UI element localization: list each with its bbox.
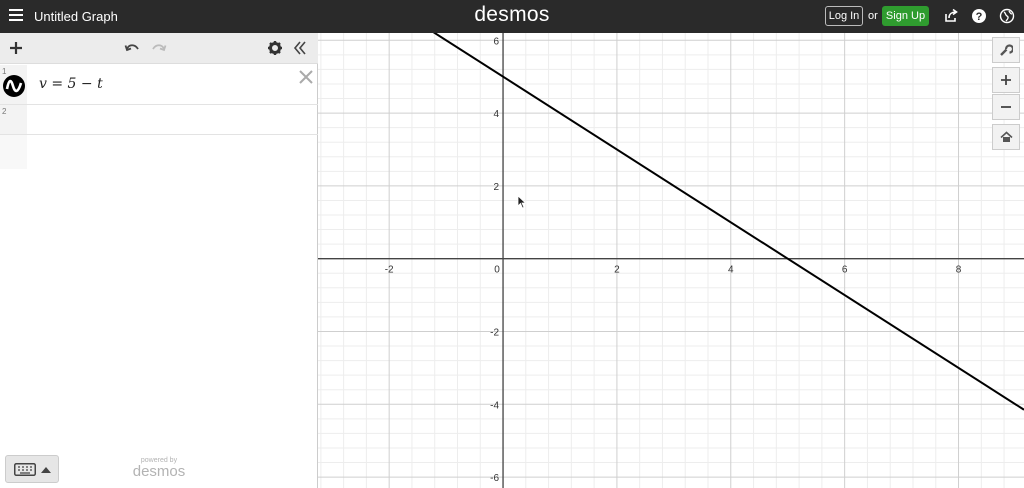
minus-icon [1001, 106, 1011, 108]
zoom-out-button[interactable] [992, 94, 1020, 120]
line-v-equals-5-minus-t[interactable] [318, 33, 1024, 411]
expression-gutter: 2 [0, 105, 27, 134]
axes [318, 33, 1024, 488]
graph-settings-button[interactable] [992, 37, 1020, 63]
graph-canvas[interactable]: -2 0 2 4 6 8 6 4 2 -2 -4 -6 [318, 33, 1024, 488]
expression-index: 2 [2, 107, 7, 116]
expression-toolbar [0, 33, 318, 64]
x-tick-label: 0 [494, 265, 500, 276]
expression-gutter: 1 [0, 65, 27, 104]
x-axis-tick-labels: -2 0 2 4 6 8 [385, 265, 962, 276]
share-icon[interactable] [943, 8, 959, 24]
top-bar: Untitled Graph desmos Log In or Sign Up … [0, 0, 1024, 33]
plus-icon [1001, 75, 1011, 85]
major-gridlines [318, 33, 1024, 488]
keyboard-button[interactable] [5, 455, 59, 483]
x-tick-label: 4 [728, 265, 734, 276]
expression-row[interactable]: 1 v = 5 − t [0, 65, 318, 105]
caret-up-icon [41, 467, 51, 473]
y-tick-label: -2 [490, 327, 499, 338]
powered-by-brand: desmos [132, 463, 186, 480]
graph-paper[interactable]: -2 0 2 4 6 8 6 4 2 -2 -4 -6 [318, 33, 1024, 488]
y-tick-label: -4 [490, 400, 499, 411]
expression-row[interactable]: 2 [0, 105, 318, 135]
close-icon[interactable] [298, 69, 314, 85]
globe-icon[interactable] [999, 8, 1015, 24]
default-viewport-button[interactable] [992, 124, 1020, 150]
y-tick-label: 4 [493, 109, 499, 120]
graph-title[interactable]: Untitled Graph [34, 9, 118, 24]
or-label: or [868, 10, 878, 22]
gutter-fill [0, 135, 27, 169]
expression-input[interactable]: v = 5 − t [39, 76, 103, 92]
x-tick-label: -2 [385, 265, 394, 276]
y-tick-label: -6 [490, 473, 499, 484]
x-tick-label: 8 [956, 265, 962, 276]
redo-icon[interactable] [151, 40, 167, 56]
plus-icon[interactable] [8, 40, 24, 56]
y-tick-label: 2 [493, 182, 499, 193]
mouse-cursor-icon [517, 195, 527, 209]
hamburger-icon[interactable] [9, 9, 23, 21]
undo-icon[interactable] [124, 40, 140, 56]
svg-text:?: ? [976, 11, 983, 23]
x-tick-label: 6 [842, 265, 848, 276]
zoom-in-button[interactable] [992, 67, 1020, 93]
wrench-icon [1000, 44, 1013, 56]
expression-list: 1 v = 5 − t 2 powered by desmos [0, 33, 318, 488]
powered-by-desmos[interactable]: powered by desmos [128, 457, 190, 480]
y-axis-tick-labels: 6 4 2 -2 -4 -6 [490, 36, 499, 484]
keyboard-icon [14, 463, 36, 476]
graph-curve[interactable] [318, 33, 1024, 411]
graph-color-icon[interactable] [3, 75, 25, 97]
double-chevron-left-icon[interactable] [292, 40, 308, 56]
login-button[interactable]: Log In [825, 6, 863, 26]
signup-button[interactable]: Sign Up [882, 6, 929, 26]
minor-gridlines [318, 33, 1024, 488]
gear-icon[interactable] [267, 40, 283, 56]
help-icon[interactable]: ? [971, 8, 987, 24]
home-icon [999, 131, 1013, 142]
x-tick-label: 2 [614, 265, 620, 276]
y-tick-label: 6 [493, 36, 499, 47]
